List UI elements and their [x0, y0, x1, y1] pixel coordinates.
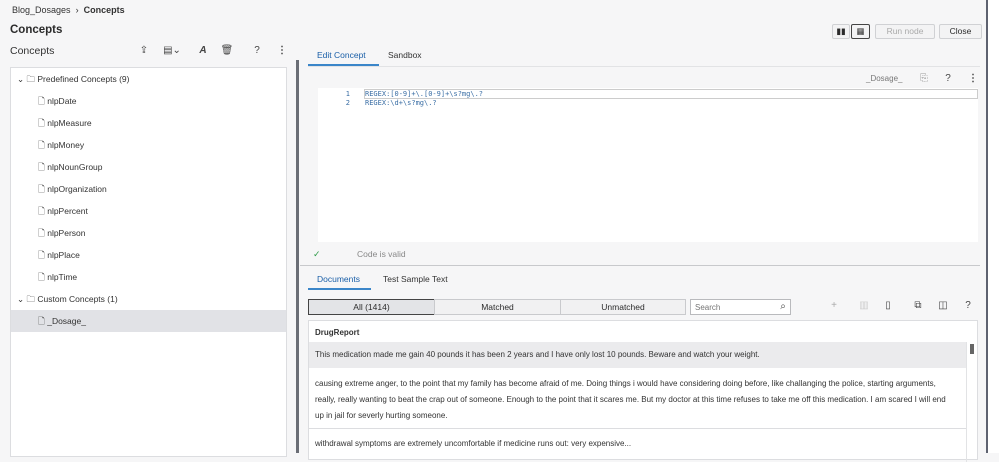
filter-matched[interactable]: Matched	[434, 299, 561, 315]
tree-item-label: nlpDate	[47, 96, 77, 106]
tree-item-label: nlpPercent	[47, 206, 88, 216]
more-options-icon[interactable]: ⋮	[966, 73, 980, 84]
tab-test-sample-text[interactable]: Test Sample Text	[383, 274, 448, 284]
file-icon: 🗋	[38, 118, 45, 128]
tab-edit-concept[interactable]: Edit Concept	[317, 50, 366, 60]
folder-icon: ⌄ 🗀	[17, 74, 35, 84]
panel-title: Concepts	[10, 45, 55, 57]
file-icon: 🗋	[38, 140, 45, 150]
table-row[interactable]: This medication made me gain 40 pounds i…	[309, 342, 966, 368]
delete-icon[interactable]: 🗑	[220, 45, 234, 56]
tree-item[interactable]: 🗋 nlpTime	[11, 266, 286, 288]
document-icon[interactable]: ▯	[881, 300, 895, 311]
concept-name: _Dosage_	[866, 74, 903, 83]
add-concept-icon[interactable]: ⇪	[137, 45, 151, 56]
tree-item[interactable]: 🗋 nlpPerson	[11, 222, 286, 244]
file-icon: 🗋	[38, 206, 45, 216]
line-number: 2	[345, 99, 350, 107]
page-title: Concepts	[10, 24, 63, 36]
file-icon: 🗋	[38, 184, 45, 194]
columns-icon[interactable]: ▥	[857, 300, 871, 311]
file-icon: 🗋	[38, 96, 45, 106]
breadcrumb-current: Concepts	[83, 5, 125, 15]
documents-table: DrugReport This medication made me gain …	[308, 320, 978, 462]
tree-item[interactable]: 🗋 nlpPlace	[11, 244, 286, 266]
tree-item-label: nlpPerson	[47, 228, 86, 238]
file-icon: 🗋	[38, 316, 45, 326]
tree-item-label: nlpPlace	[47, 250, 80, 260]
folder-icon: ⌄ 🗀	[17, 294, 35, 304]
tree-item-label: nlpMeasure	[47, 118, 92, 128]
tree-item[interactable]: 🗋 nlpOrganization	[11, 178, 286, 200]
file-icon: 🗋	[38, 228, 45, 238]
valid-check-icon: ✓	[313, 249, 321, 259]
close-button[interactable]: Close	[939, 24, 982, 39]
layout-columns-button[interactable]: ▮▮	[832, 24, 850, 39]
search-icon: ⌕	[780, 301, 786, 312]
breadcrumb-separator: ›	[75, 5, 79, 15]
file-icon: 🗋	[38, 162, 45, 172]
tree-item-label: nlpOrganization	[47, 184, 107, 194]
layout-grid-button[interactable]: ▦	[851, 24, 870, 39]
breadcrumb-parent[interactable]: Blog_Dosages	[12, 5, 71, 15]
tree-item-label: Predefined Concepts (9)	[37, 74, 130, 84]
add-icon[interactable]: +	[827, 300, 841, 311]
table-row[interactable]: causing extreme anger, to the point that…	[309, 376, 959, 424]
code-editor[interactable]: 1 REGEX:[0-9]+\.[0-9]+\s?mg\.? 2 REGEX:\d+\…	[318, 88, 978, 242]
table-scrollbar[interactable]	[966, 342, 977, 462]
horizontal-splitter[interactable]	[300, 265, 980, 266]
panel-icon[interactable]: ◫	[936, 300, 950, 311]
line-number: 1	[345, 90, 350, 98]
rename-icon[interactable]: A	[196, 45, 210, 56]
tree-item-label: nlpTime	[47, 272, 78, 282]
tree-item[interactable]: 🗋 nlpMoney	[11, 134, 286, 156]
code-line[interactable]: REGEX:\d+\s?mg\.?	[365, 99, 437, 107]
copy-icon[interactable]: ⧉	[911, 300, 925, 311]
column-header-drugreport[interactable]: DrugReport	[309, 325, 959, 341]
page-scrollbar[interactable]	[986, 0, 999, 453]
tree-folder[interactable]: ⌄ 🗀 Predefined Concepts (9)	[11, 68, 286, 90]
table-row[interactable]: withdrawal symptoms are extremely uncomf…	[309, 436, 959, 452]
tab-sandbox[interactable]: Sandbox	[388, 50, 422, 60]
tree-item-label: _Dosage_	[47, 316, 86, 326]
import-dropdown-icon[interactable]: ▤⌄	[160, 45, 184, 56]
help-icon[interactable]: ?	[941, 73, 955, 84]
export-icon[interactable]: ⎘	[917, 73, 931, 84]
tree-item-label: nlpMoney	[47, 140, 85, 150]
help-icon[interactable]: ?	[961, 300, 975, 311]
breadcrumb: Blog_Dosages › Concepts	[12, 5, 125, 15]
code-status: Code is valid	[357, 249, 406, 259]
tree-item[interactable]: 🗋 nlpPercent	[11, 200, 286, 222]
more-options-icon[interactable]: ⋮	[275, 45, 289, 56]
tab-documents[interactable]: Documents	[317, 274, 360, 284]
run-node-button[interactable]: Run node	[875, 24, 935, 39]
file-icon: 🗋	[38, 250, 45, 260]
help-icon[interactable]: ?	[250, 45, 264, 56]
concept-tree: ⌄ 🗀 Predefined Concepts (9) 🗋 nlpDate 🗋 nl…	[10, 67, 287, 457]
file-icon: 🗋	[38, 272, 45, 282]
tree-item[interactable]: 🗋 nlpDate	[11, 90, 286, 112]
tree-item-label: nlpNounGroup	[47, 162, 103, 172]
filter-unmatched[interactable]: Unmatched	[560, 299, 686, 315]
tree-item[interactable]: 🗋 _Dosage_	[11, 310, 286, 332]
panel-splitter[interactable]	[296, 60, 299, 453]
filter-all[interactable]: All (1414)	[308, 299, 435, 315]
tree-item-label: Custom Concepts (1)	[37, 294, 118, 304]
tree-folder[interactable]: ⌄ 🗀 Custom Concepts (1)	[11, 288, 286, 310]
tree-item[interactable]: 🗋 nlpNounGroup	[11, 156, 286, 178]
tree-item[interactable]: 🗋 nlpMeasure	[11, 112, 286, 134]
